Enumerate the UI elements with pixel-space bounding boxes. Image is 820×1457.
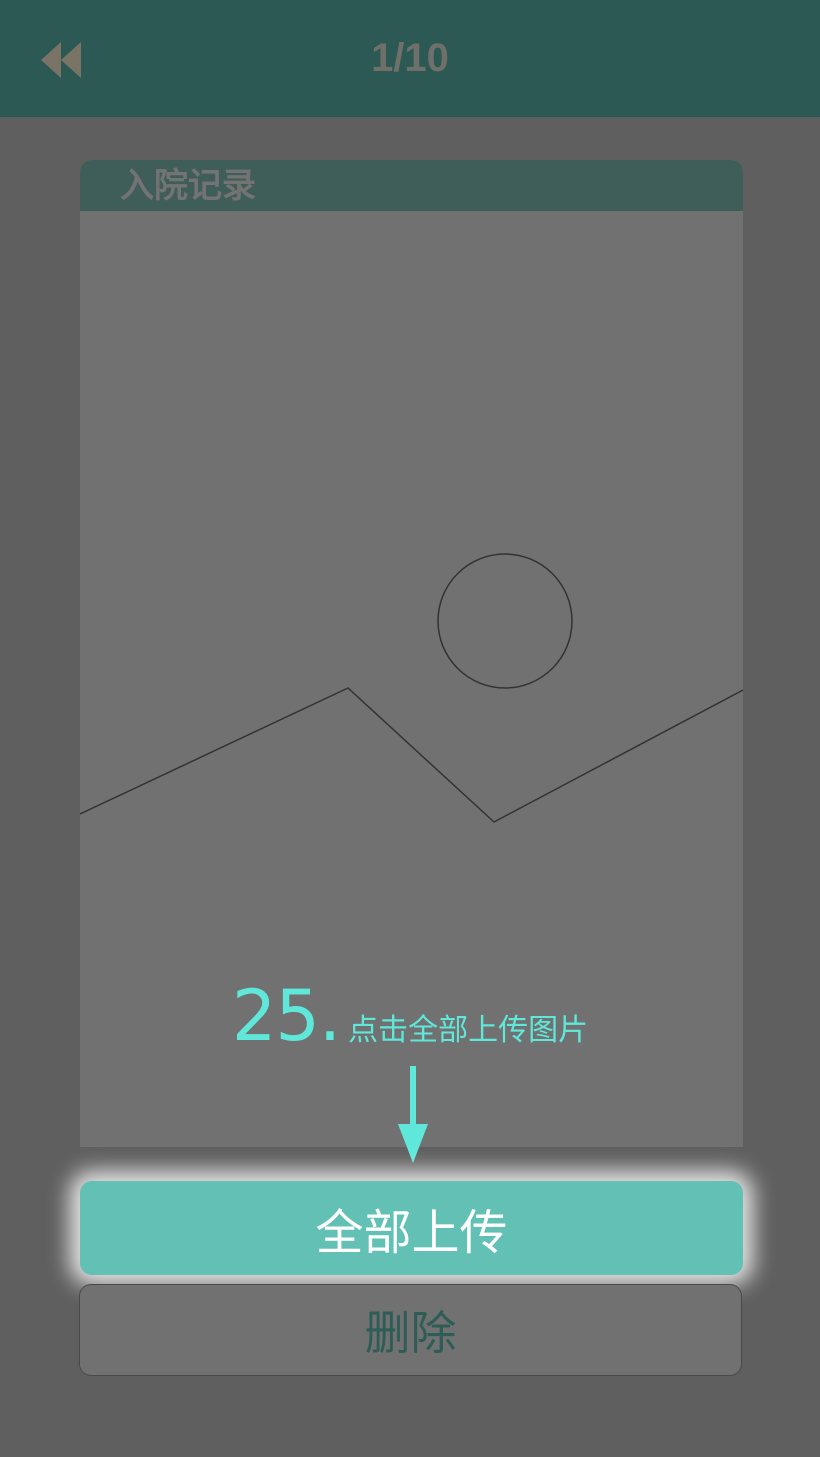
tutorial-hint: 25. 点击全部上传图片 [0, 975, 820, 1057]
record-card-title: 入院记录 [120, 166, 256, 206]
record-card-header: 入院记录 [80, 160, 743, 211]
hint-text: 点击全部上传图片 [348, 1013, 589, 1048]
arrow-down-icon [398, 1066, 428, 1163]
top-bar: 1/10 [0, 0, 820, 117]
delete-button[interactable]: 删除 [79, 1284, 742, 1376]
page-indicator: 1/10 [371, 36, 449, 80]
upload-all-button[interactable]: 全部上传 [80, 1181, 743, 1275]
hint-step-number: 25. [231, 975, 341, 1057]
